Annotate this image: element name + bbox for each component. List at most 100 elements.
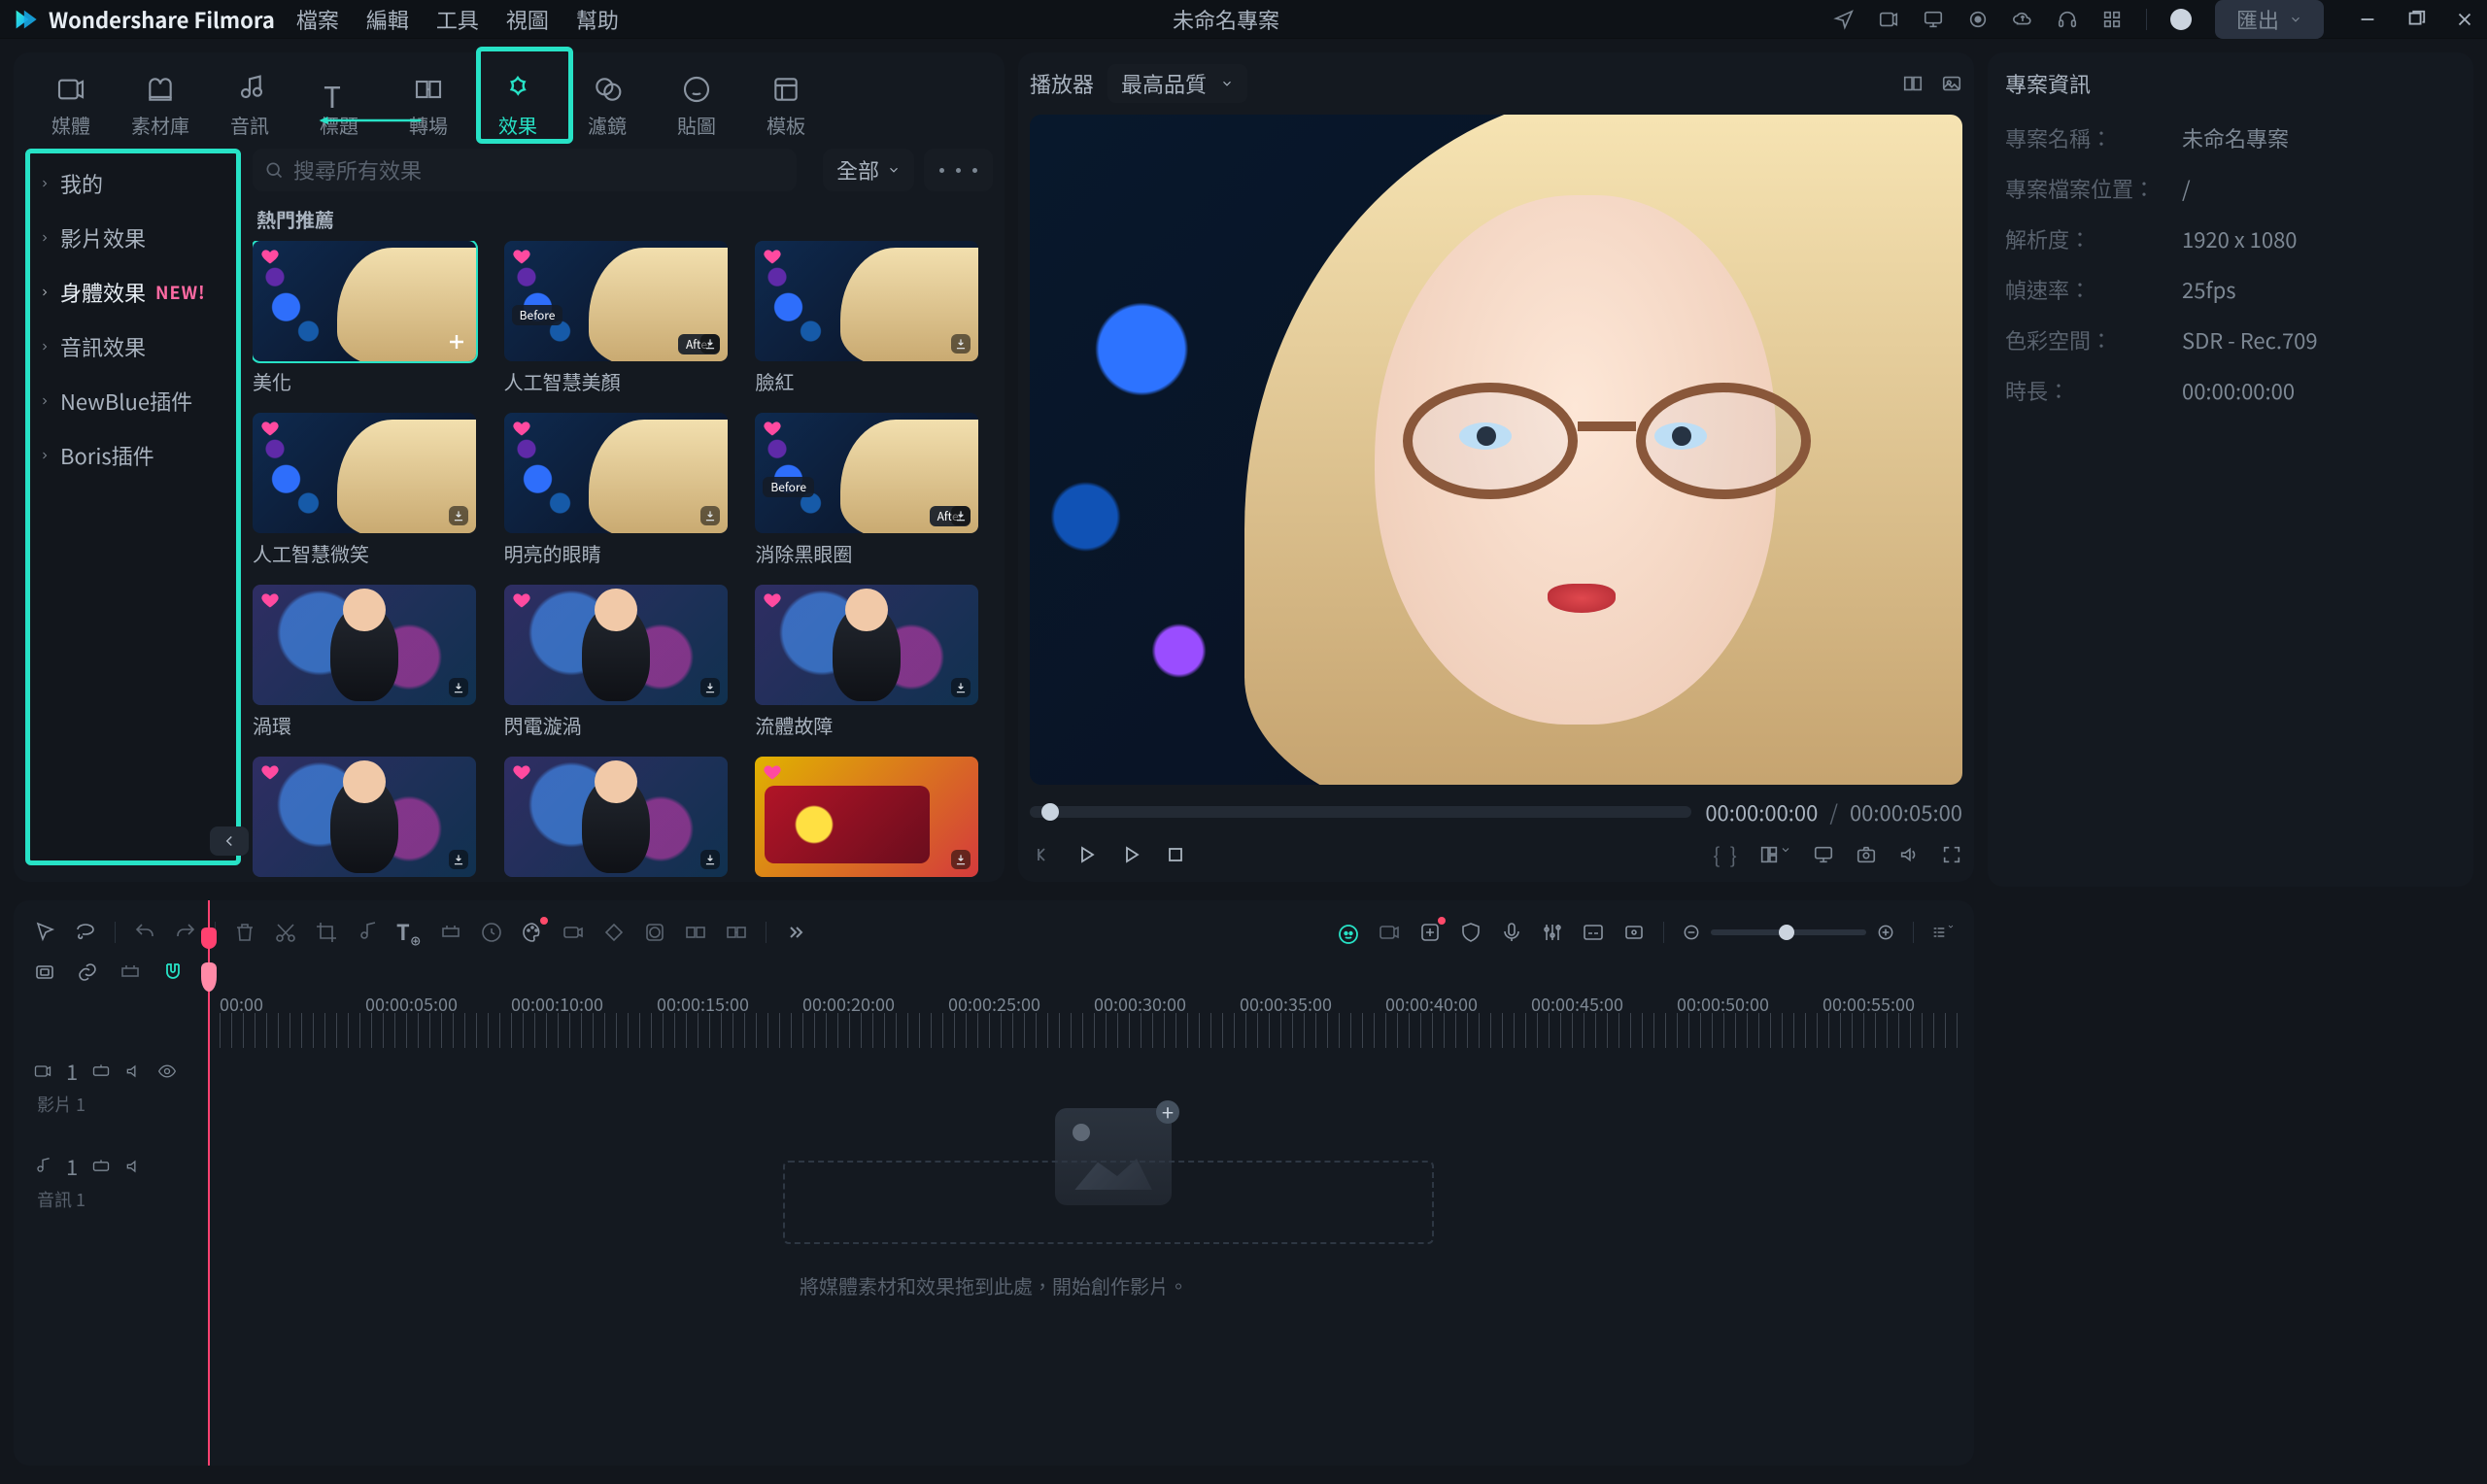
zoom-out-icon[interactable] <box>1682 923 1701 942</box>
camera-icon[interactable] <box>562 921 585 944</box>
favorite-icon[interactable] <box>260 590 280 610</box>
effect-card[interactable]: 流體故障 <box>755 585 978 739</box>
speed-icon[interactable] <box>480 921 503 944</box>
apps-icon[interactable] <box>2101 9 2123 30</box>
marker-track-icon[interactable] <box>119 961 142 984</box>
cut-icon[interactable] <box>274 921 297 944</box>
effect-thumbnail[interactable] <box>755 585 978 705</box>
maximize-icon[interactable] <box>2405 9 2427 30</box>
add-track-icon[interactable] <box>91 1062 111 1081</box>
minimize-icon[interactable] <box>2357 9 2378 30</box>
preview-viewport[interactable] <box>1030 115 1962 785</box>
menu-tools[interactable]: 工具 <box>436 4 479 35</box>
download-icon[interactable] <box>951 850 971 869</box>
effect-card[interactable]: 美化 <box>253 241 476 395</box>
crop-icon[interactable] <box>315 921 338 944</box>
download-icon[interactable] <box>449 678 468 697</box>
layout-icon[interactable] <box>1758 844 1791 865</box>
sidebar-item-video[interactable]: 影片效果 <box>25 211 241 265</box>
filter-button[interactable]: 全部 <box>823 149 914 191</box>
search-input[interactable]: 搜尋所有效果 <box>253 149 797 191</box>
tracks-view-icon[interactable] <box>1931 921 1955 944</box>
fullscreen-icon[interactable] <box>1941 844 1962 865</box>
effect-thumbnail[interactable]: BeforeAfter <box>755 413 978 533</box>
timeline-ruler[interactable]: 00:0000:00:05:0000:00:10:0000:00:15:0000… <box>220 992 1962 1048</box>
effect-card[interactable]: BeforeAfter人工智慧美顏 <box>504 241 728 395</box>
download-icon[interactable] <box>951 334 971 354</box>
braces-icon[interactable]: { } <box>1713 839 1737 870</box>
tracks-area[interactable]: 1 影片 1 1 音訊 1 + 將媒體素材和效果拖到此處，開始創作影片。 <box>25 1048 1962 1209</box>
music-icon[interactable] <box>356 921 379 944</box>
zoom-slider[interactable] <box>1711 929 1866 935</box>
sidebar-item-newblue[interactable]: NewBlue插件 <box>25 374 241 428</box>
menu-file[interactable]: 檔案 <box>296 4 339 35</box>
sidebar-item-my[interactable]: 我的 <box>25 156 241 211</box>
palette-icon[interactable] <box>521 921 544 944</box>
group-icon[interactable] <box>684 921 707 944</box>
scrubber[interactable] <box>1030 806 1691 818</box>
sidebar-item-boris[interactable]: Boris插件 <box>25 428 241 483</box>
download-icon[interactable] <box>449 850 468 869</box>
effect-thumbnail[interactable] <box>253 241 476 361</box>
snap-icon[interactable] <box>33 961 56 984</box>
volume-icon[interactable] <box>1898 844 1920 865</box>
playhead[interactable] <box>208 900 210 1466</box>
tab-templates[interactable]: 模板 <box>750 70 822 139</box>
effect-thumbnail[interactable] <box>253 413 476 533</box>
ai-tool-icon[interactable] <box>1337 921 1360 944</box>
tab-audio[interactable]: 音訊 <box>214 70 286 139</box>
add-icon[interactable] <box>445 330 468 354</box>
eye-icon[interactable] <box>157 1062 177 1081</box>
effect-thumbnail[interactable] <box>504 757 728 877</box>
compare-icon[interactable] <box>1902 73 1924 94</box>
text-tool-icon[interactable]: T⊕ <box>396 916 422 949</box>
favorite-icon[interactable] <box>260 247 280 266</box>
menu-help[interactable]: 幫助 <box>576 4 619 35</box>
cloud-icon[interactable] <box>2012 9 2033 30</box>
redo-icon[interactable] <box>174 921 197 944</box>
captions-icon[interactable] <box>1582 921 1605 944</box>
select-tool-icon[interactable] <box>33 921 56 944</box>
picture-icon[interactable] <box>1941 73 1962 94</box>
favorite-icon[interactable] <box>763 590 782 610</box>
zoom-in-icon[interactable] <box>1876 923 1895 942</box>
more-chevrons-icon[interactable] <box>784 921 807 944</box>
link-icon[interactable] <box>76 961 99 984</box>
add-track-icon[interactable] <box>91 1157 111 1176</box>
effect-thumbnail[interactable] <box>253 585 476 705</box>
favorite-icon[interactable] <box>512 247 531 266</box>
download-icon[interactable] <box>449 506 468 525</box>
download-icon[interactable] <box>700 334 720 354</box>
tab-transition[interactable]: 轉場 <box>392 70 464 139</box>
download-icon[interactable] <box>951 678 971 697</box>
scale-icon[interactable] <box>439 921 462 944</box>
tool-a-icon[interactable] <box>1378 921 1401 944</box>
display-icon[interactable] <box>1813 844 1834 865</box>
undo-icon[interactable] <box>133 921 156 944</box>
tool-b-icon[interactable] <box>1418 921 1442 944</box>
download-icon[interactable] <box>700 850 720 869</box>
ungroup-icon[interactable] <box>725 921 748 944</box>
mic-icon[interactable] <box>1500 921 1523 944</box>
menu-view[interactable]: 視圖 <box>506 4 549 35</box>
mask-icon[interactable] <box>643 921 666 944</box>
play-pause-icon[interactable] <box>1074 843 1098 866</box>
tab-title[interactable]: T標題 <box>303 70 375 139</box>
menu-edit[interactable]: 編輯 <box>366 4 409 35</box>
tab-effects[interactable]: 效果 <box>482 70 554 139</box>
effect-thumbnail[interactable] <box>755 241 978 361</box>
shield-icon[interactable] <box>1459 921 1482 944</box>
sidebar-item-audio[interactable]: 音訊效果 <box>25 320 241 374</box>
download-icon[interactable] <box>951 506 971 525</box>
favorite-icon[interactable] <box>260 419 280 438</box>
favorite-icon[interactable] <box>763 247 782 266</box>
effect-thumbnail[interactable] <box>504 413 728 533</box>
effect-thumbnail[interactable] <box>253 757 476 877</box>
marker-icon[interactable] <box>1622 921 1646 944</box>
delete-icon[interactable] <box>233 921 256 944</box>
export-button[interactable]: 匯出 <box>2215 0 2324 39</box>
prev-frame-icon[interactable] <box>1030 843 1053 866</box>
effect-card[interactable] <box>504 757 728 883</box>
keyframe-icon[interactable] <box>602 921 626 944</box>
more-button[interactable] <box>924 149 993 191</box>
